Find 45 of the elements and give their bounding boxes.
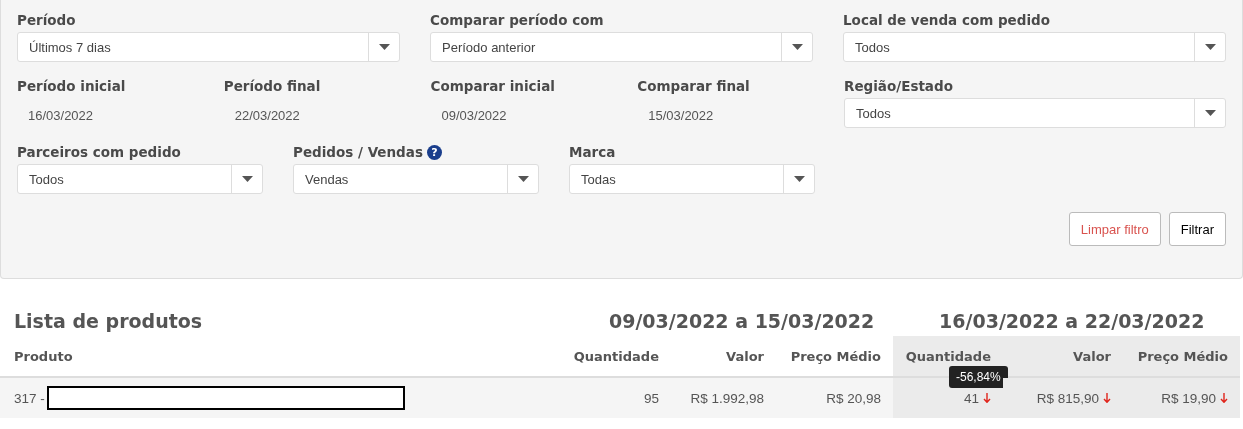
field-label: Comparar período com	[430, 12, 604, 28]
dropdown-caret-icon	[517, 176, 529, 182]
field-label: Região/Estado	[844, 78, 953, 94]
field-label: Comparar final	[637, 78, 750, 94]
list-title: Lista de produtos	[13, 310, 204, 334]
table-cell: 41	[963, 390, 979, 406]
clear-filter-button[interactable]: Limpar filtro	[1068, 212, 1161, 246]
select-field[interactable]: Período anterior	[430, 32, 813, 62]
select-field[interactable]: Vendas	[293, 164, 539, 194]
select-field[interactable]: Todos	[17, 164, 263, 194]
field-label: Período	[17, 12, 76, 28]
select-field[interactable]: Todas	[569, 164, 815, 194]
select-field[interactable]: Todos	[843, 32, 1226, 62]
field-label: Marca	[569, 144, 616, 160]
column-header[interactable]: Valor	[1003, 336, 1123, 378]
dropdown-caret-icon	[1204, 110, 1216, 116]
product-code: 317 -	[14, 390, 45, 406]
dropdown-caret-icon	[241, 176, 253, 182]
field-label: Período final	[223, 78, 321, 94]
table-cell: R$ 19,90	[1161, 390, 1216, 406]
date-value: 22/03/2022	[233, 107, 301, 125]
date-value: 16/03/2022	[27, 107, 95, 125]
field-label: Local de venda com pedido	[843, 12, 1050, 28]
help-icon[interactable]: ?	[426, 144, 442, 160]
dropdown-caret-icon	[793, 176, 805, 182]
filter-button[interactable]: Filtrar	[1168, 212, 1226, 246]
dropdown-caret-icon	[378, 44, 390, 50]
field-label: Período inicial	[17, 78, 126, 94]
select-field[interactable]: Todos	[844, 98, 1226, 128]
table-cell: R$ 20,98	[826, 390, 881, 406]
tooltip: -56,84%	[949, 366, 1008, 388]
period-heading: 09/03/2022 a 15/03/2022	[607, 310, 876, 334]
dropdown-caret-icon	[1204, 44, 1216, 50]
period-heading: 16/03/2022 a 22/03/2022	[938, 310, 1206, 334]
field-label: Pedidos / Vendas	[293, 144, 423, 160]
table-cell: R$ 815,90	[1036, 390, 1099, 406]
dropdown-caret-icon	[791, 44, 803, 50]
field-label: Parceiros com pedido	[17, 144, 181, 160]
column-header[interactable]: Preço Médio	[1123, 336, 1240, 378]
date-value: 15/03/2022	[647, 107, 715, 125]
table-cell: 95	[643, 390, 659, 406]
table-cell: R$ 1.992,98	[690, 390, 764, 406]
date-value: 09/03/2022	[440, 107, 508, 125]
select-field[interactable]: Últimos 7 dias	[17, 32, 400, 62]
field-label: Comparar inicial	[430, 78, 555, 94]
